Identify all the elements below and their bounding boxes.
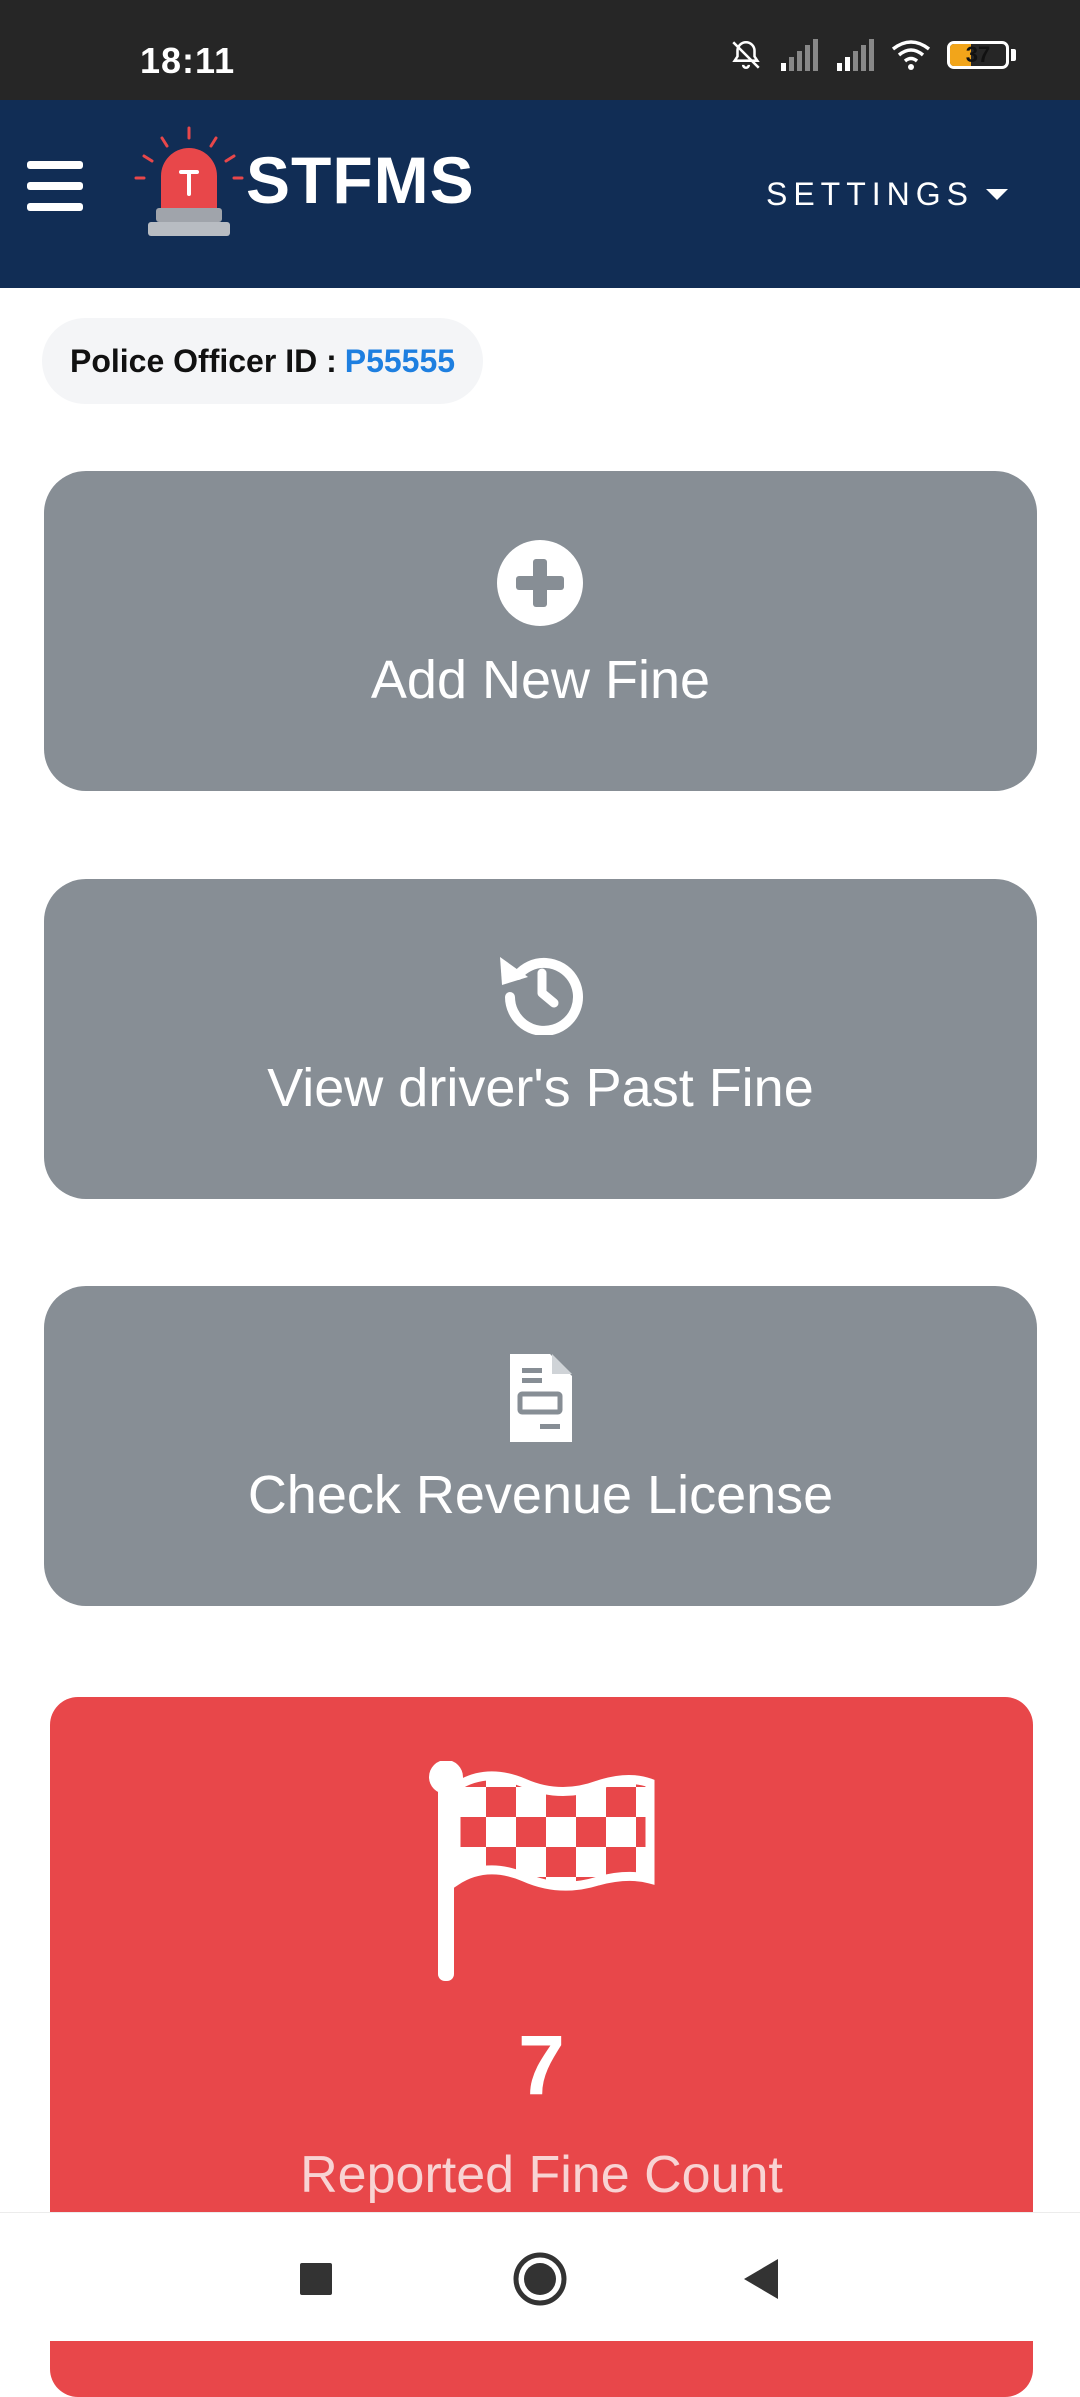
plus-circle-icon: [497, 540, 583, 626]
status-icons: 37: [729, 38, 1016, 72]
brand-title: STFMS: [246, 143, 475, 217]
hamburger-icon[interactable]: [27, 161, 83, 211]
settings-label: SETTINGS: [765, 176, 974, 212]
officer-id-badge: Police Officer ID : P55555: [42, 318, 484, 404]
view-past-fine-button[interactable]: View driver's Past Fine: [44, 879, 1037, 1199]
settings-menu[interactable]: SETTINGS: [766, 176, 1008, 213]
bell-off-icon: [732, 40, 760, 69]
system-nav-bar: [0, 2212, 1080, 2341]
signal-icon: [837, 39, 874, 71]
recent-apps-icon[interactable]: [298, 2249, 334, 2309]
officer-id: P55555: [344, 342, 456, 379]
view-past-fine-label: View driver's Past Fine: [267, 1058, 814, 1118]
checkered-flag-icon: [429, 1761, 655, 1981]
home-icon[interactable]: [512, 2249, 568, 2309]
siren-icon: [134, 126, 244, 236]
check-revenue-license-button[interactable]: Check Revenue License: [44, 1286, 1037, 1606]
officer-label: Police Officer ID :: [70, 342, 337, 379]
signal-icon: [781, 39, 818, 71]
check-revenue-license-label: Check Revenue License: [247, 1465, 834, 1525]
add-new-fine-label: Add New Fine: [370, 650, 711, 710]
back-icon[interactable]: [740, 2249, 780, 2309]
fine-count-caption: Reported Fine Count: [300, 2146, 783, 2204]
history-icon: [500, 957, 583, 1035]
battery-tip: [1011, 49, 1016, 61]
fine-count-value: 7: [518, 2018, 565, 2112]
status-bar: 18:11 37: [0, 0, 1080, 100]
document-icon: [510, 1354, 572, 1442]
add-new-fine-button[interactable]: Add New Fine: [44, 471, 1037, 791]
chevron-down-icon: [986, 189, 1008, 200]
battery-icon: 37: [947, 41, 1009, 69]
wifi-icon: [891, 40, 931, 70]
app-header: STFMS SETTINGS: [0, 100, 1080, 288]
status-time: 18:11: [140, 40, 236, 81]
battery-percent: 37: [965, 42, 991, 67]
